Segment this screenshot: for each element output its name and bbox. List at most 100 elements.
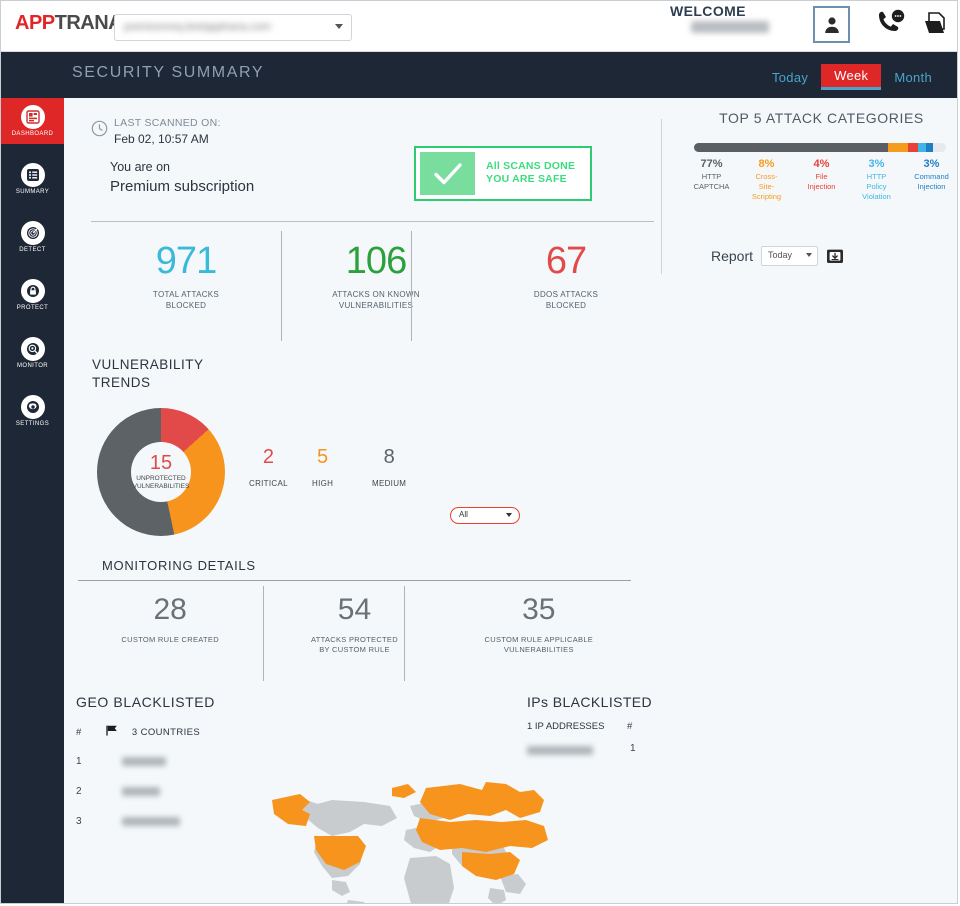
top-bar: APPTRANA premiumreq.testapptrana.com WEL… — [1, 1, 957, 52]
gear-icon — [20, 395, 45, 419]
geo-row-number: 2 — [76, 786, 82, 797]
category-name: HTTP CAPTCHA — [693, 172, 730, 191]
divider — [411, 231, 412, 341]
sidebar-item-summary[interactable]: SUMMARY — [1, 156, 64, 202]
detect-icon — [20, 221, 45, 245]
sidebar-item-detect[interactable]: DETECT — [1, 214, 64, 260]
geo-row-3[interactable]: 3 — [76, 816, 181, 827]
app-window: APPTRANA premiumreq.testapptrana.com WEL… — [0, 0, 958, 904]
report-label: Report — [711, 248, 754, 264]
category-name: File Injection — [807, 172, 836, 191]
sidebar-item-label: PROTECT — [16, 305, 49, 311]
report-period-select[interactable]: Today — [761, 246, 819, 266]
scan-status-line1: All SCANS DONE — [486, 160, 576, 172]
sidebar-item-monitor[interactable]: MONITOR — [1, 330, 64, 376]
vulnerability-filter-value: All — [459, 510, 468, 519]
sidebar-item-label: DASHBOARD — [11, 131, 54, 137]
sidebar-item-label: MONITOR — [16, 363, 49, 369]
category-name: Command Injection — [914, 172, 949, 191]
stat-attacks-on-known-vulnerabilities: 106 ATTACKS ON KNOWN VULNERABILITIES — [281, 226, 471, 346]
vt-title-line1: VULNERABILITY — [92, 357, 204, 372]
apptrana-logo: APPTRANA — [15, 12, 123, 35]
severity-critical: 2 CRITICAL — [249, 446, 288, 488]
stat-value: 971 — [155, 240, 217, 282]
sidebar-item-settings[interactable]: SETTINGS — [1, 388, 64, 434]
monitor-icon — [20, 337, 45, 361]
ips-count-label: 1 IP ADDRESSES — [527, 721, 605, 732]
report-period-value: Today — [768, 250, 793, 260]
monitoring-caption: CUSTOM RULE APPLICABLE VULNERABILITIES — [484, 635, 594, 654]
severity-medium: 8 MEDIUM — [372, 446, 406, 488]
monitoring-value: 28 — [153, 593, 187, 626]
subscription-plan: Premium subscription — [110, 178, 255, 195]
site-selector[interactable]: premiumreq.testapptrana.com — [114, 14, 352, 41]
logo-app-text: APP — [15, 12, 55, 34]
ips-row-count: 1 — [630, 743, 636, 754]
attack-stats: 971 TOTAL ATTACKS BLOCKED 106 ATTACKS ON… — [91, 226, 661, 346]
monitoring-value: 35 — [522, 593, 556, 626]
geo-row-1[interactable]: 1 — [76, 756, 167, 767]
top-categories-legend: 77% HTTP CAPTCHA 8% Cross- Site- Scripti… — [684, 158, 957, 202]
scan-status-badge: All SCANS DONE YOU ARE SAFE — [414, 146, 592, 201]
category-bar-segment-3 — [918, 143, 926, 152]
divider — [404, 586, 405, 681]
flag-icon — [106, 725, 122, 738]
category-pct: 77% — [700, 158, 723, 170]
monitoring-details-title: MONITORING DETAILS — [102, 558, 256, 573]
category-http-captcha: 77% HTTP CAPTCHA — [684, 158, 739, 202]
geo-blacklisted-header: # 3 COUNTRIES — [76, 725, 200, 738]
geo-row-country — [122, 786, 161, 796]
severity-label: CRITICAL — [249, 479, 288, 488]
ips-blacklisted-title: IPs BLACKLISTED — [527, 694, 653, 710]
geo-count-label: 3 COUNTRIES — [131, 727, 201, 738]
vulnerability-filter-select[interactable]: All — [450, 507, 520, 524]
vulnerability-trends-title: VULNERABILITY TRENDS — [92, 356, 204, 392]
stat-ddos-attacks-blocked: 67 DDOS ATTACKS BLOCKED — [471, 226, 661, 346]
sidebar-item-protect[interactable]: PROTECT — [1, 272, 64, 318]
last-scanned-value: Feb 02, 10:57 AM — [114, 132, 209, 146]
category-bar-segment-1 — [888, 143, 909, 152]
donut-center-label-line2: VULNERABILITIES — [132, 483, 190, 490]
category-pct: 8% — [758, 158, 775, 170]
tab-month[interactable]: Month — [881, 66, 945, 89]
monitoring-details: 28 CUSTOM RULE CREATED 54 ATTACKS PROTEC… — [78, 581, 631, 681]
geo-row-number: 3 — [76, 816, 82, 827]
tab-today[interactable]: Today — [759, 66, 821, 89]
divider — [661, 119, 662, 274]
dashboard-icon — [20, 105, 45, 129]
geo-col-hash: # — [76, 727, 82, 738]
stat-value: 67 — [545, 240, 587, 282]
geo-blacklisted-title: GEO BLACKLISTED — [76, 694, 215, 710]
user-avatar-icon[interactable] — [813, 6, 850, 43]
divider — [281, 231, 282, 341]
tab-week[interactable]: Week — [821, 64, 882, 90]
stat-caption: TOTAL ATTACKS BLOCKED — [152, 290, 220, 310]
sidebar-item-dashboard[interactable]: DASHBOARD — [1, 98, 64, 144]
download-folder-icon[interactable] — [826, 247, 844, 265]
phone-support-icon[interactable] — [875, 9, 907, 39]
check-icon — [420, 152, 475, 195]
donut-center: 15 UNPROTECTED VULNERABILITIES — [131, 442, 191, 502]
monitoring-caption: CUSTOM RULE CREATED — [121, 635, 219, 644]
documents-icon[interactable] — [921, 9, 951, 39]
category-cross-site-scripting: 8% Cross- Site- Scripting — [739, 158, 794, 202]
category-bar-segment-2 — [908, 143, 919, 152]
geo-row-2[interactable]: 2 — [76, 786, 161, 797]
severity-label: MEDIUM — [372, 479, 407, 488]
top-categories-bar — [694, 143, 946, 152]
geo-row-number: 1 — [76, 756, 82, 767]
category-file-injection: 4% File Injection — [794, 158, 849, 202]
ips-row-address — [527, 746, 593, 755]
period-tabs: Today Week Month — [759, 64, 945, 90]
sidebar-item-label: SETTINGS — [15, 421, 50, 427]
category-http-policy-violation: 3% HTTP Policy Violation — [849, 158, 904, 202]
chevron-down-icon — [335, 24, 343, 29]
ips-col-hash: # — [627, 721, 633, 732]
welcome-label: WELCOME — [670, 3, 746, 19]
category-name: Cross- Site- Scripting — [751, 172, 782, 201]
subscription-prefix: You are on — [110, 160, 171, 174]
donut-center-label: UNPROTECTED VULNERABILITIES — [133, 475, 190, 491]
top-attack-categories-panel: TOP 5 ATTACK CATEGORIES — [684, 110, 957, 126]
chevron-down-icon — [806, 253, 813, 257]
sidebar-item-label: DETECT — [19, 247, 46, 253]
